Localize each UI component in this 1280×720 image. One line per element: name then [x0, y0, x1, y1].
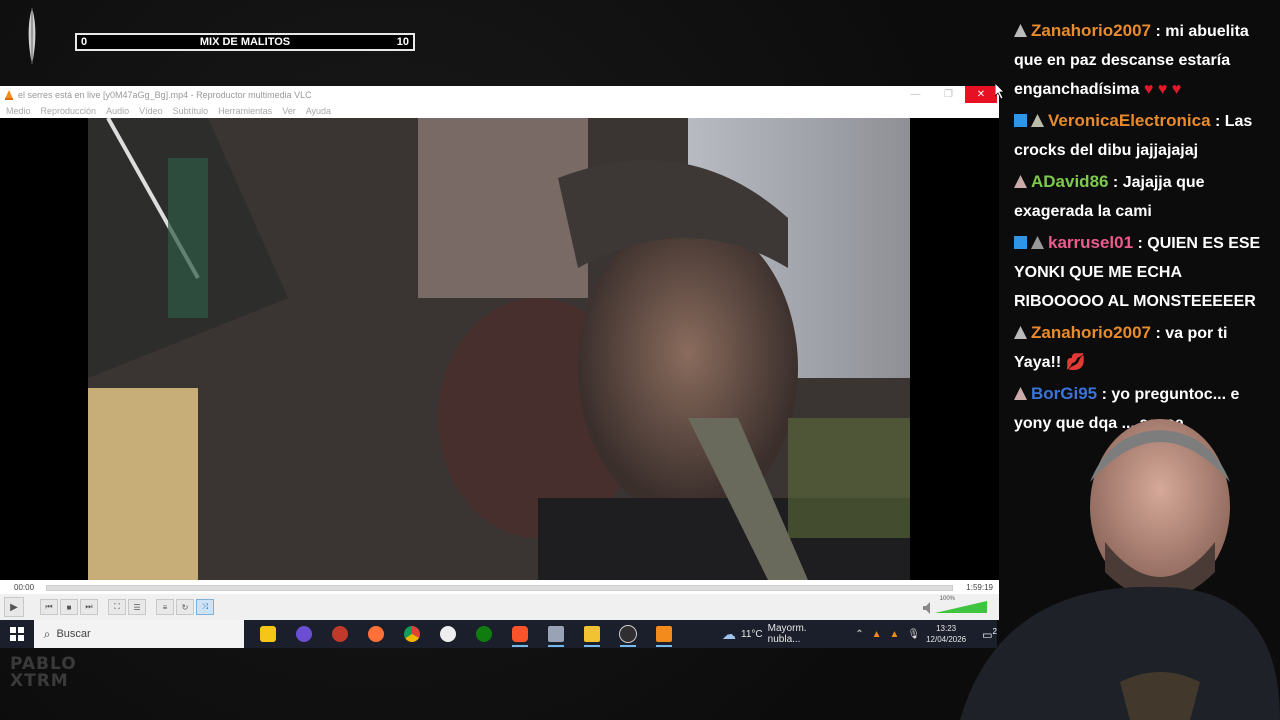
logo-line-2: XTRM — [10, 671, 69, 691]
weather-widget[interactable]: ☁ 11°C Mayorm. nubla... — [722, 623, 841, 645]
vip-badge-icon — [1014, 236, 1027, 249]
vlc-window-title: el serres está en live [y0M47aGg_Bg].mp4… — [18, 89, 312, 100]
taskbar-app-icon-2[interactable] — [322, 620, 358, 648]
search-placeholder: Buscar — [56, 628, 91, 640]
video-frame-image — [88, 118, 910, 580]
chat-message: Zanahorio2007 : mi abuelita que en paz d… — [1014, 21, 1249, 98]
taskbar-explorer-icon[interactable] — [574, 620, 610, 648]
mix-title: MIX DE MALITOS — [199, 36, 291, 48]
taskbar-xbox-icon[interactable] — [466, 620, 502, 648]
vlc-tray-icon-2[interactable]: ▲ — [889, 629, 899, 640]
taskbar-app-icon-1[interactable] — [286, 620, 322, 648]
taskbar-store-icon[interactable] — [250, 620, 286, 648]
vlc-menu-bar: Medio Reproducción Audio Vídeo Subtítulo… — [0, 103, 999, 118]
subscriber-badge-icon — [1014, 175, 1027, 188]
cloud-icon: ☁ — [722, 625, 737, 642]
search-icon: ⌕ — [43, 626, 51, 641]
webcam-image — [960, 419, 1280, 720]
chat-username[interactable]: ADavid86 — [1031, 172, 1108, 191]
mix-right-count: 10 — [396, 36, 409, 48]
menu-audio[interactable]: Audio — [106, 106, 129, 116]
taskbar-firefox-icon[interactable] — [358, 620, 394, 648]
previous-button[interactable]: ⏮ — [40, 599, 58, 615]
speaker-icon — [923, 602, 930, 614]
weather-desc: Mayorm. nubla... — [767, 623, 807, 645]
vlc-window: el serres está en live [y0M47aGg_Bg].mp4… — [0, 86, 999, 620]
maximize-button[interactable]: ❐ — [932, 86, 965, 103]
microphone-icon[interactable]: 🎙 — [907, 629, 920, 640]
stop-button[interactable]: ■ — [60, 599, 78, 615]
volume-percent: 100% — [939, 596, 955, 602]
vlc-titlebar[interactable]: el serres está en live [y0M47aGg_Bg].mp4… — [0, 86, 999, 103]
vlc-cone-icon — [5, 89, 13, 100]
subscriber-badge-icon — [1031, 114, 1044, 127]
heart-emotes: ♥ ♥ ♥ — [1143, 81, 1182, 98]
chat-message: Zanahorio2007 : va por ti Yaya!! 💋 — [1014, 323, 1228, 371]
channel-logo: PABLO XTRM — [10, 656, 77, 690]
chat-username[interactable]: VeronicaElectronica — [1048, 111, 1211, 130]
taskbar-chrome-icon[interactable] — [394, 620, 430, 648]
chat-message: karrusel01 : QUIEN ES ESE YONKI QUE ME E… — [1014, 233, 1261, 310]
next-button[interactable]: ⏭ — [80, 599, 98, 615]
fullscreen-button[interactable]: ⛶ — [108, 599, 126, 615]
menu-medio[interactable]: Medio — [6, 106, 31, 116]
subscriber-badge-icon — [1014, 24, 1027, 37]
menu-herramientas[interactable]: Herramientas — [218, 106, 272, 116]
close-button[interactable]: ✕ — [965, 86, 997, 103]
chat-username[interactable]: karrusel01 — [1048, 233, 1133, 252]
chat-username[interactable]: BorGi95 — [1031, 384, 1097, 403]
loop-button[interactable]: ↻ — [176, 599, 194, 615]
menu-ayuda[interactable]: Ayuda — [306, 106, 331, 116]
time-elapsed: 00:00 — [14, 583, 35, 592]
mouse-cursor-icon — [995, 83, 1005, 99]
chevron-up-icon[interactable]: ⌃ — [855, 629, 863, 640]
system-tray: ⌃ ▲ ▲ 🎙 — [855, 629, 920, 640]
taskbar-app-icon-3[interactable] — [538, 620, 574, 648]
mix-progress-bar: 0 MIX DE MALITOS 10 — [75, 33, 415, 51]
chat-message: VeronicaElectronica : Las crocks del dib… — [1014, 111, 1253, 159]
minimize-button[interactable]: — — [899, 86, 932, 103]
seek-slider[interactable] — [46, 585, 953, 591]
feather-icon — [28, 8, 36, 64]
taskbar-search[interactable]: ⌕ Buscar — [33, 620, 245, 648]
subscriber-badge-icon — [1014, 326, 1027, 339]
vlc-tray-icon[interactable]: ▲ — [872, 629, 882, 640]
play-button[interactable]: ▶ — [4, 597, 24, 617]
chat-username[interactable]: Zanahorio2007 — [1031, 323, 1151, 342]
taskbar-vlc-icon[interactable] — [646, 620, 682, 648]
kiss-emote: 💋 — [1065, 354, 1086, 371]
extended-settings-button[interactable]: ☰ — [128, 599, 146, 615]
video-frame — [88, 118, 910, 580]
streamer-webcam — [960, 412, 1280, 720]
video-area[interactable] — [0, 118, 999, 580]
menu-ver[interactable]: Ver — [282, 106, 296, 116]
subscriber-badge-icon — [1031, 236, 1044, 249]
playlist-button[interactable]: ≡ — [156, 599, 174, 615]
mix-left-count: 0 — [81, 36, 88, 48]
subscriber-badge-icon — [1014, 387, 1027, 400]
taskbar-obs-icon[interactable] — [610, 620, 646, 648]
taskbar-media-icon[interactable] — [430, 620, 466, 648]
menu-reproduccion[interactable]: Reproducción — [41, 106, 97, 116]
taskbar-brave-icon[interactable] — [502, 620, 538, 648]
taskbar: ⌕ Buscar ☁ 11°C Mayorm. nubla... ⌃ ▲ ▲ 🎙… — [0, 620, 997, 648]
start-button[interactable] — [0, 620, 34, 648]
menu-subtitulo[interactable]: Subtítulo — [173, 106, 209, 116]
weather-temp: 11°C — [741, 628, 763, 640]
chat-message: ADavid86 : Jajajja que exagerada la cami — [1014, 172, 1205, 220]
shuffle-button[interactable]: ⤨ — [196, 599, 214, 615]
prime-badge-icon — [1014, 114, 1027, 127]
menu-video[interactable]: Vídeo — [139, 106, 163, 116]
windows-icon — [9, 627, 24, 641]
chat-username[interactable]: Zanahorio2007 — [1031, 21, 1151, 40]
vlc-controls: ▶ ⏮ ■ ⏭ ⛶ ☰ ≡ ↻ ⤨ 100% — [0, 594, 999, 620]
seek-bar-area: 00:00 1:59:19 — [0, 580, 999, 594]
